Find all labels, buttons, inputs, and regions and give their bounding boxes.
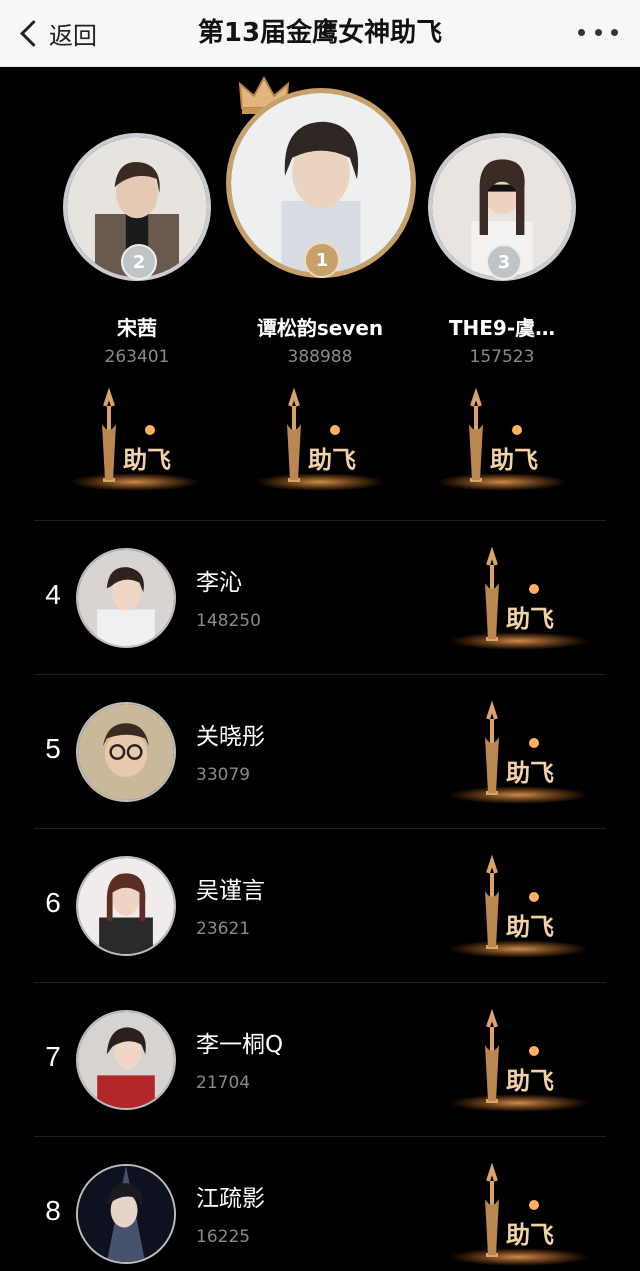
boost-label: 助飞 — [506, 758, 554, 787]
podium-name: 谭松韵seven — [256, 316, 384, 340]
boost-button[interactable]: 助飞 — [444, 1159, 594, 1269]
list-item[interactable]: 5 关晓彤 33079 助飞 — [34, 674, 606, 829]
avatar[interactable] — [76, 1010, 176, 1110]
list-item-score: 21704 — [196, 1073, 251, 1093]
avatar[interactable] — [76, 548, 176, 648]
list-item-name: 李沁 — [196, 570, 242, 596]
list-item-name: 关晓彤 — [196, 724, 265, 750]
podium-score: 388988 — [287, 347, 353, 367]
rank-number: 6 — [45, 887, 61, 918]
podium-score: 157523 — [469, 347, 535, 367]
boost-button[interactable]: 助飞 — [444, 543, 594, 653]
list-item-name: 吴谨言 — [196, 878, 265, 904]
boost-button[interactable]: 助飞 — [250, 384, 390, 494]
rank-number: 4 — [45, 579, 61, 610]
boost-button[interactable]: 助飞 — [444, 1005, 594, 1115]
list-item[interactable]: 6 吴谨言 23621 助飞 — [34, 828, 606, 983]
boost-label: 助飞 — [506, 912, 554, 941]
list-item[interactable]: 7 李一桐Q 21704 助飞 — [34, 982, 606, 1137]
podium-score: 263401 — [104, 347, 170, 367]
list-item-name: 江疏影 — [196, 1186, 265, 1212]
boost-label: 助飞 — [506, 1066, 554, 1095]
boost-label: 助飞 — [506, 604, 554, 633]
avatar[interactable] — [76, 702, 176, 802]
boost-button[interactable]: 助飞 — [444, 697, 594, 807]
list-item-score: 33079 — [196, 765, 251, 785]
boost-label: 助飞 — [308, 445, 356, 474]
podium-name: THE9-虞… — [448, 316, 556, 340]
back-label: 返回 — [49, 21, 97, 50]
more-dots-icon[interactable] — [578, 22, 618, 42]
rank-number: 7 — [45, 1041, 61, 1072]
boost-label: 助飞 — [123, 445, 171, 474]
boost-label: 助飞 — [490, 445, 538, 474]
avatar[interactable] — [76, 1164, 176, 1264]
boost-label: 助飞 — [506, 1220, 554, 1249]
boost-button[interactable]: 助飞 — [444, 851, 594, 961]
list-item[interactable]: 8 江疏影 16225 助飞 — [34, 1136, 606, 1271]
podium-name: 宋茜 — [117, 316, 157, 340]
rank-number: 5 — [45, 733, 61, 764]
rank-3-medal: 3 — [486, 244, 522, 280]
rank-2-medal: 2 — [121, 244, 157, 280]
list-item-score: 23621 — [196, 919, 251, 939]
list-item-score: 148250 — [196, 611, 261, 631]
rank-number: 8 — [45, 1195, 61, 1226]
leaderboard-page: 返回 第13届金鹰女神助飞 2 宋茜 263401 助飞 1 谭松韵seven … — [0, 0, 640, 1271]
list-item-name: 李一桐Q — [196, 1032, 284, 1058]
list-item[interactable]: 4 李沁 148250 助飞 — [34, 520, 606, 675]
boost-button[interactable]: 助飞 — [432, 384, 572, 494]
page-title: 第13届金鹰女神助飞 — [197, 18, 443, 48]
list-item-score: 16225 — [196, 1227, 251, 1247]
chevron-left-icon — [20, 19, 47, 47]
boost-button[interactable]: 助飞 — [65, 384, 205, 494]
avatar[interactable] — [76, 856, 176, 956]
rank-1-medal: 1 — [304, 242, 340, 278]
top-three-podium: 2 宋茜 263401 助飞 1 谭松韵seven 388988 助飞 3 TH… — [0, 66, 640, 521]
top-nav-bar: 返回 第13届金鹰女神助飞 — [0, 0, 640, 67]
back-button[interactable]: 返回 — [18, 14, 97, 52]
